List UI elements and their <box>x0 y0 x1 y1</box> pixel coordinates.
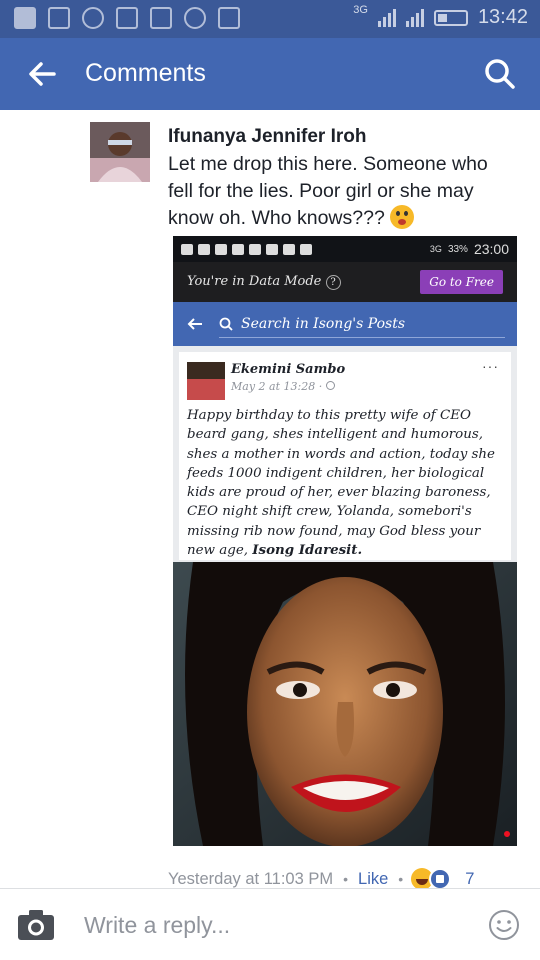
mail-icon <box>232 243 244 255</box>
back-arrow-icon[interactable] <box>24 56 60 92</box>
messenger-icon <box>184 7 206 29</box>
comment-timestamp[interactable]: Yesterday at 11:03 PM <box>168 870 333 889</box>
comment-text: Let me drop this here. Someone who fell … <box>168 151 516 232</box>
gallery-icon <box>48 7 70 29</box>
alert-icon <box>150 7 172 29</box>
astonished-face-emoji-icon <box>390 205 415 229</box>
back-arrow-icon <box>187 318 202 330</box>
embedded-status-bar: 3G 33% 23:00 <box>173 236 517 262</box>
network-type: 3G <box>353 3 368 16</box>
tagged-person: Isong Idaresit. <box>252 542 363 559</box>
like-button[interactable]: Like <box>358 870 388 889</box>
chat-icon <box>266 243 278 255</box>
download-icon <box>116 7 138 29</box>
commenter-avatar[interactable] <box>90 122 150 182</box>
status-bar: 3G 13:42 <box>0 0 540 38</box>
comment-body: Let me drop this here. Someone who fell … <box>168 153 488 229</box>
facebook-icon <box>198 243 210 255</box>
post-date: May 2 at 13:28 · <box>231 380 335 393</box>
data-mode-text: You're in Data Mode ? <box>187 274 341 290</box>
page-title: Comments <box>85 59 206 87</box>
post-author-avatar <box>187 362 225 400</box>
facebook-icon <box>14 7 36 29</box>
post-body: Happy birthday to this pretty wife of CE… <box>187 408 495 559</box>
separator-dot: • <box>343 871 349 887</box>
globe-icon <box>325 381 335 390</box>
clock: 13:42 <box>477 6 528 28</box>
post-menu-icon: ··· <box>482 358 499 374</box>
reply-composer <box>0 888 540 960</box>
embedded-search-placeholder: Search in Isong's Posts <box>241 315 406 332</box>
help-icon: ? <box>325 275 341 290</box>
reply-input[interactable] <box>84 907 464 943</box>
messenger-icon <box>249 243 261 255</box>
signal-icon-2 <box>405 8 424 27</box>
video-icon <box>218 7 240 29</box>
post-author-name: Ekemini Sambo <box>231 362 346 377</box>
data-mode-banner: You're in Data Mode ? Go to Free <box>173 262 517 302</box>
separator-dot-2: • <box>398 871 404 887</box>
search-icon <box>219 317 233 331</box>
go-to-free-button: Go to Free <box>420 270 503 294</box>
search-icon[interactable] <box>482 56 518 92</box>
whatsapp-icon <box>300 243 312 255</box>
embedded-clock: 23:00 <box>473 241 509 257</box>
commenter-name[interactable]: Ifunanya Jennifer Iroh <box>168 126 366 148</box>
battery-icon <box>433 9 468 26</box>
embedded-network: 3G <box>429 244 442 254</box>
notification-icons <box>14 7 240 29</box>
plus-icon <box>181 243 193 255</box>
post-photo <box>173 562 517 846</box>
facebook-icon-2 <box>215 243 227 255</box>
system-indicators: 3G 13:42 <box>353 3 528 29</box>
embedded-search-bar: Search in Isong's Posts <box>173 302 517 346</box>
smiley-icon[interactable] <box>488 909 520 941</box>
embedded-post: Ekemini Sambo May 2 at 13:28 · ··· Happy… <box>179 352 511 560</box>
embedded-search-field: Search in Isong's Posts <box>219 310 505 338</box>
reactions[interactable]: 7 <box>411 868 474 890</box>
reaction-count: 7 <box>465 869 475 888</box>
messenger-dots-icon <box>82 7 104 29</box>
signal-icon <box>377 8 396 27</box>
camera-icon[interactable] <box>16 908 56 942</box>
attached-screenshot[interactable]: 3G 33% 23:00 You're in Data Mode ? Go to… <box>173 236 517 846</box>
embedded-notification-icons <box>181 243 312 255</box>
messenger-icon-2 <box>283 243 295 255</box>
app-bar: Comments <box>0 38 540 110</box>
like-reaction-icon <box>429 868 452 890</box>
embedded-battery: 33% <box>447 243 468 255</box>
